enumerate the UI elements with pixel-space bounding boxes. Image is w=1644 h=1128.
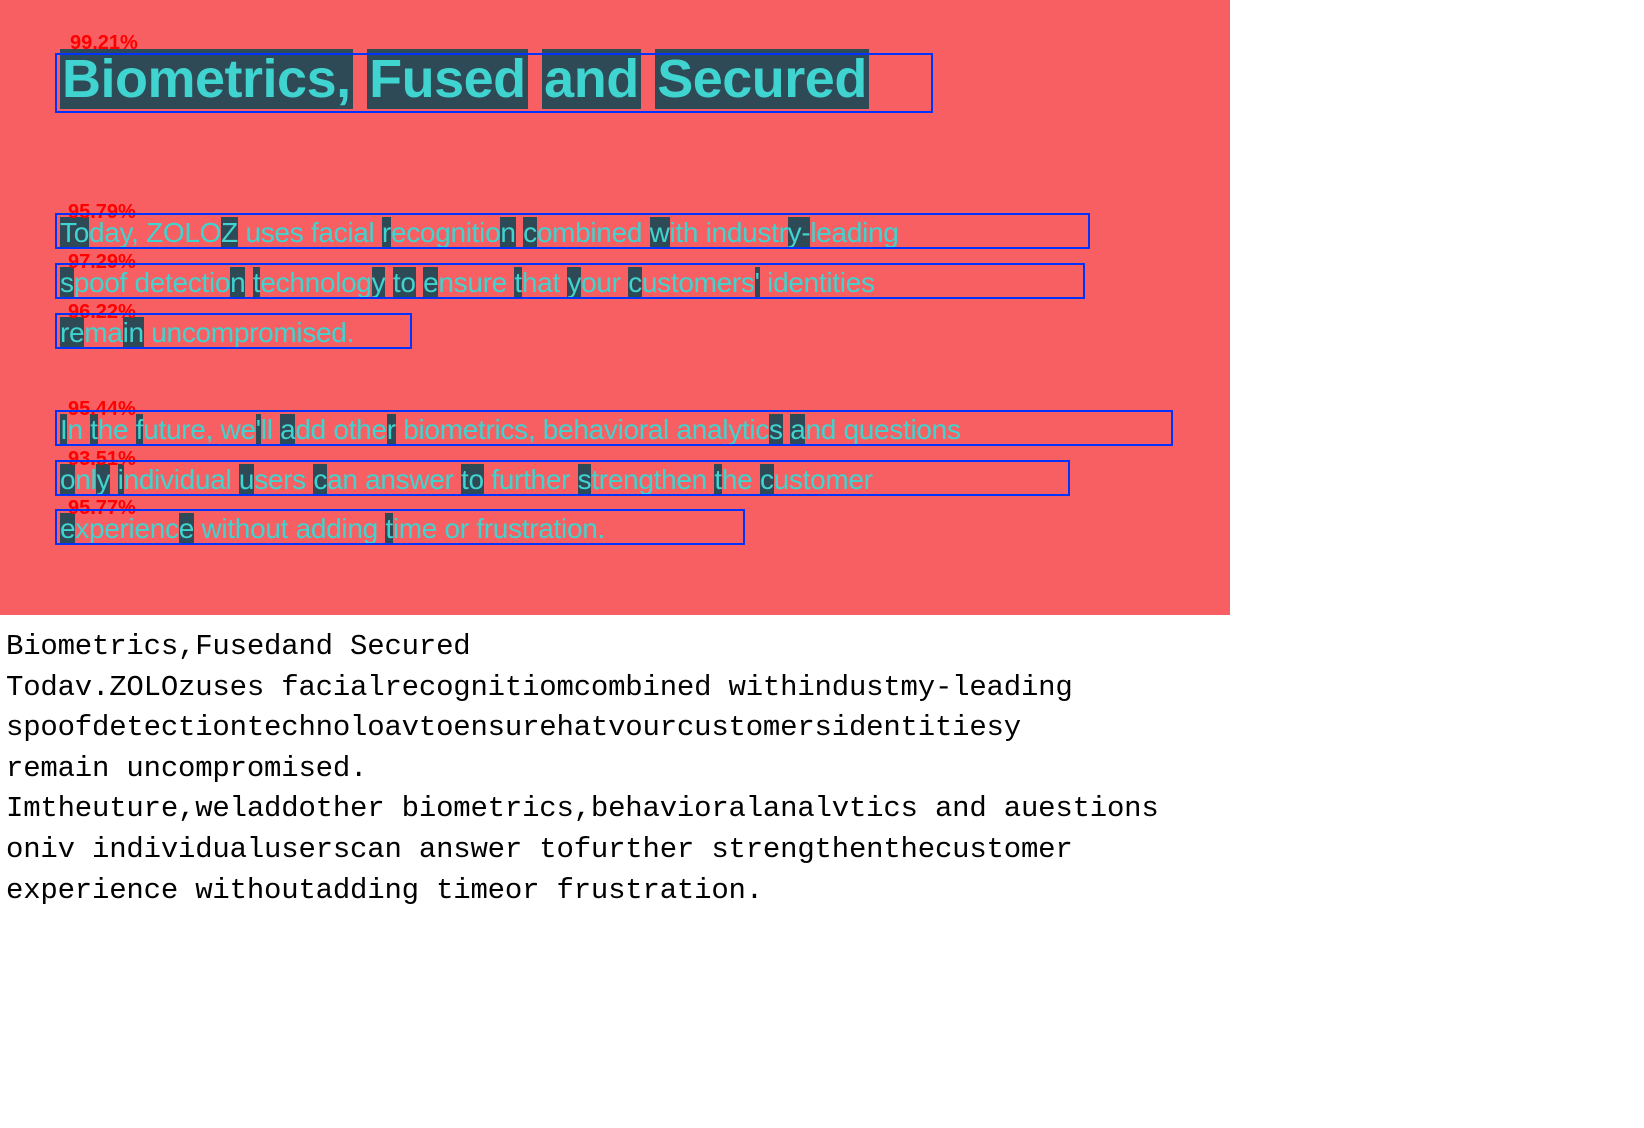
ocr-output: Biometrics,Fusedand Secured Todav.ZOLOzu…	[0, 615, 1644, 923]
paragraph-1: 95.79% Today, ZOLOZ uses facial recognit…	[60, 209, 1170, 356]
p2-l3: experience without adding time or frustr…	[60, 513, 605, 544]
p1-l1: Today, ZOLOZ uses facial recognition com…	[60, 217, 899, 248]
heading-word-3: Secured	[655, 49, 869, 109]
heading-word-0: Biometrics,	[60, 49, 353, 109]
p1-l3: remain uncompromised.	[60, 317, 354, 348]
paragraph-2: 95.44% In the future, we'll add other bi…	[60, 406, 1170, 553]
p1-l2: spoof detection technology to ensure tha…	[60, 267, 875, 298]
heading-word-1: Fused	[367, 49, 528, 109]
heading-word-2: and	[542, 49, 641, 109]
page-heading: Biometrics, Fused and Secured	[60, 50, 1170, 109]
source-panel: 99.21% Biometrics, Fused and Secured 95.…	[0, 0, 1230, 615]
p2-l1: In the future, we'll add other biometric…	[60, 414, 961, 445]
p2-l2: only individual users can answer to furt…	[60, 464, 873, 495]
